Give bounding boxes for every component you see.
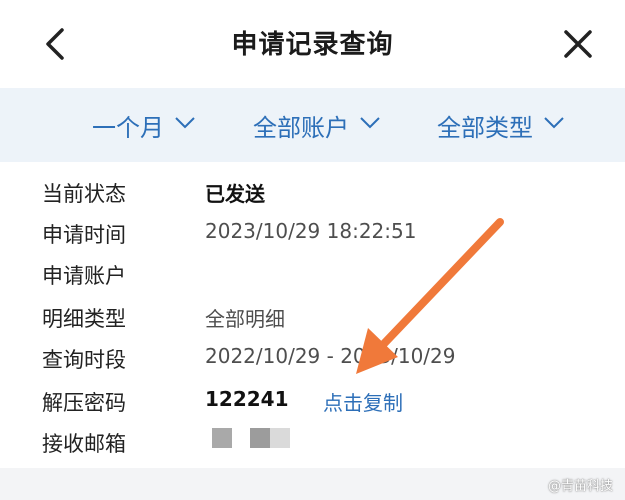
detail-row-detail-type: 明细类型 全部明细 xyxy=(0,299,625,339)
password-label: 解压密码 xyxy=(42,391,126,415)
detail-row-status: 当前状态 已发送 xyxy=(0,174,625,214)
detail-row-account: 申请账户 xyxy=(0,256,625,296)
redacted-email-block xyxy=(270,428,290,448)
period-label: 查询时段 xyxy=(42,348,126,372)
detail-type-value: 全部明细 xyxy=(205,307,285,331)
filter-period-label: 一个月 xyxy=(92,113,164,142)
page-title: 申请记录查询 xyxy=(231,30,394,60)
detail-row-password: 解压密码 122241 点击复制 xyxy=(0,383,625,423)
filter-account-label: 全部账户 xyxy=(253,113,349,142)
detail-type-label: 明细类型 xyxy=(42,307,126,331)
redacted-email-block xyxy=(250,428,270,448)
detail-row-apply-time: 申请时间 2023/10/29 18:22:51 xyxy=(0,215,625,255)
chevron-down-icon xyxy=(544,117,564,129)
apply-time-value: 2023/10/29 18:22:51 xyxy=(205,219,417,243)
detail-row-period: 查询时段 2022/10/29 - 2023/10/29 xyxy=(0,340,625,380)
email-label: 接收邮箱 xyxy=(42,432,126,456)
watermark: @青苗科技 xyxy=(547,479,613,494)
bottom-strip xyxy=(0,468,625,500)
filter-type-dropdown[interactable]: 全部类型 xyxy=(437,106,565,144)
filter-bar: 一个月 全部账户 全部类型 xyxy=(0,88,625,162)
header-bar: 申请记录查询 xyxy=(0,0,625,88)
filter-account-dropdown[interactable]: 全部账户 xyxy=(253,106,381,144)
account-label: 申请账户 xyxy=(42,264,126,288)
filter-type-label: 全部类型 xyxy=(437,113,533,142)
close-icon[interactable] xyxy=(560,26,596,62)
period-value: 2022/10/29 - 2023/10/29 xyxy=(205,344,456,368)
status-value: 已发送 xyxy=(205,182,265,206)
detail-row-email: 接收邮箱 xyxy=(0,424,625,464)
copy-password-link[interactable]: 点击复制 xyxy=(323,387,403,416)
redacted-email-block xyxy=(212,428,232,448)
chevron-down-icon xyxy=(360,117,380,129)
status-label: 当前状态 xyxy=(42,182,126,206)
apply-time-label: 申请时间 xyxy=(42,223,126,247)
filter-period-dropdown[interactable]: 一个月 xyxy=(92,106,196,144)
password-value: 122241 xyxy=(205,387,289,411)
chevron-down-icon xyxy=(175,117,195,129)
